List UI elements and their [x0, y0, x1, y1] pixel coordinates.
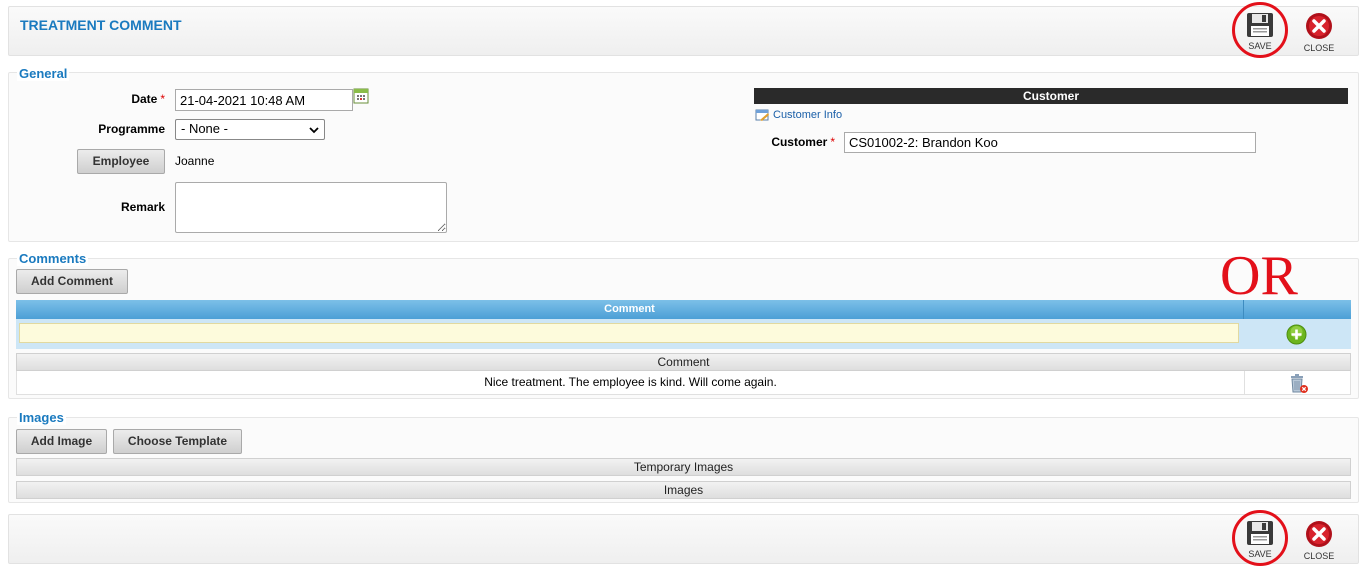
highlight-circle — [1232, 510, 1288, 566]
customer-input[interactable] — [844, 132, 1256, 153]
close-button[interactable]: CLOSE — [1296, 12, 1342, 53]
date-input[interactable] — [175, 89, 353, 111]
customer-info-link[interactable]: Customer Info — [773, 109, 842, 121]
close-icon — [1306, 521, 1332, 547]
calendar-icon[interactable] — [353, 88, 369, 104]
add-icon[interactable] — [1286, 324, 1307, 345]
programme-selected-value: - None - — [181, 121, 228, 136]
comment-grid-header-action — [1244, 300, 1351, 319]
customer-label: Customer * — [771, 135, 835, 149]
add-comment-button[interactable]: Add Comment — [16, 269, 128, 294]
page-title: TREATMENT COMMENT — [20, 17, 182, 33]
choose-template-button[interactable]: Choose Template — [113, 429, 242, 454]
images-section-title: Images — [17, 410, 66, 425]
general-section-title: General — [17, 66, 70, 81]
chevron-down-icon — [309, 123, 319, 138]
table-row: Nice treatment. The employee is kind. Wi… — [16, 371, 1351, 395]
footer-toolbar — [8, 514, 1359, 564]
customer-header: Customer — [754, 88, 1348, 104]
temporary-images-header: Temporary Images — [16, 458, 1351, 476]
comments-section-title: Comments — [17, 251, 89, 266]
programme-label: Programme — [98, 122, 165, 136]
images-header: Images — [16, 481, 1351, 499]
comment-text: Nice treatment. The employee is kind. Wi… — [17, 371, 1245, 394]
close-icon — [1306, 13, 1332, 39]
close-label: CLOSE — [1303, 43, 1335, 53]
add-image-button[interactable]: Add Image — [16, 429, 107, 454]
delete-trash-icon[interactable] — [1287, 373, 1309, 394]
required-marker: * — [830, 135, 835, 149]
highlight-circle — [1232, 2, 1288, 58]
footer-close-button[interactable]: CLOSE — [1296, 520, 1342, 561]
required-marker: * — [160, 92, 165, 106]
comment-list-header-label: Comment — [657, 355, 710, 369]
customer-info-icon[interactable] — [755, 108, 770, 122]
programme-select[interactable]: - None - — [175, 119, 325, 140]
date-label: Date * — [131, 92, 165, 106]
or-annotation: OR — [1220, 245, 1298, 307]
comment-list-header: Comment — [16, 353, 1351, 371]
new-comment-input[interactable] — [19, 323, 1239, 343]
header-toolbar — [8, 6, 1359, 56]
remark-label: Remark — [120, 200, 165, 214]
footer-close-label: CLOSE — [1303, 551, 1335, 561]
remark-textarea[interactable] — [175, 182, 447, 233]
employee-value: Joanne — [175, 154, 215, 168]
comment-grid-header: Comment — [16, 300, 1244, 319]
employee-button[interactable]: Employee — [77, 149, 165, 174]
